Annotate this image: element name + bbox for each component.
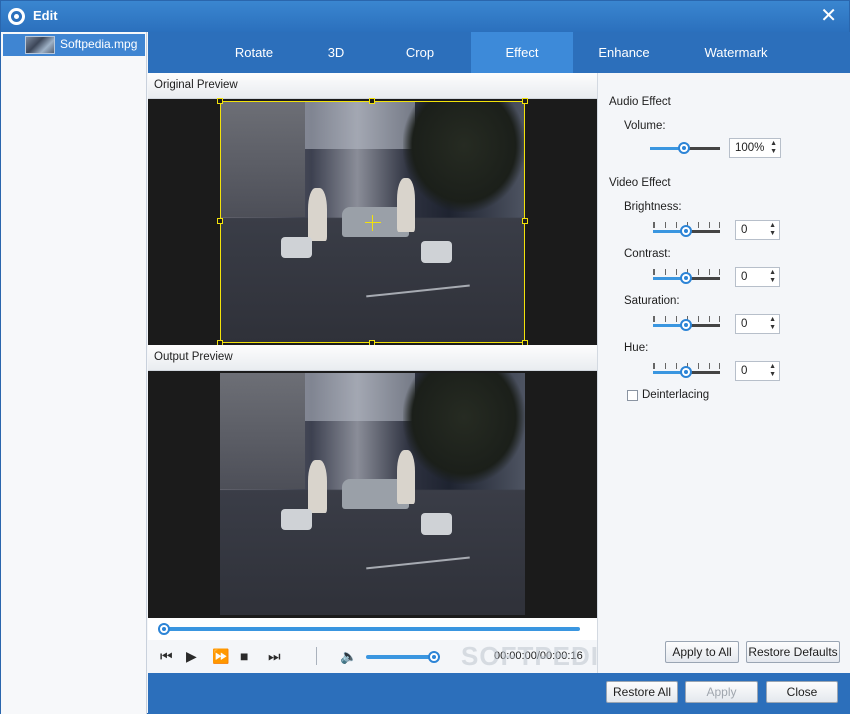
tab-enhance[interactable]: Enhance <box>588 32 660 73</box>
crop-center-crosshair <box>372 215 373 231</box>
contrast-spinbox[interactable]: 0 ▲ ▼ <box>735 267 780 287</box>
preview-column: Original Preview Output Preview <box>148 73 597 673</box>
video-sky <box>305 373 416 422</box>
volume-label: Volume: <box>624 120 666 132</box>
file-list: Softpedia.mpg <box>1 32 147 714</box>
saturation-slider-knob[interactable] <box>679 319 692 331</box>
video-person <box>396 450 416 504</box>
seek-track[interactable] <box>164 627 580 631</box>
hue-spinbox[interactable]: 0 ▲ ▼ <box>735 361 780 381</box>
controls-divider <box>316 647 317 665</box>
crop-center-crosshair <box>365 222 381 223</box>
volume-slider-knob[interactable] <box>678 142 690 154</box>
crop-handle[interactable] <box>217 98 223 104</box>
video-scooter <box>421 513 452 536</box>
volume-icon[interactable]: 🔈 <box>340 648 357 664</box>
softpedia-watermark: SOFTPEDIA <box>461 641 619 671</box>
spin-arrows-icon[interactable]: ▲ ▼ <box>769 222 776 238</box>
window-title: Edit <box>33 8 58 23</box>
hue-slider-knob[interactable] <box>679 366 692 378</box>
volume-spinbox[interactable]: 100% ▲ ▼ <box>729 138 781 158</box>
tab-watermark[interactable]: Watermark <box>688 32 784 73</box>
spin-arrows-icon[interactable]: ▲ ▼ <box>770 140 777 156</box>
video-scooter <box>281 508 312 531</box>
video-thumbnail <box>25 36 55 54</box>
contrast-label: Contrast: <box>624 248 671 260</box>
hue-label: Hue: <box>624 342 649 354</box>
apply-to-all-button[interactable]: Apply to All <box>665 641 739 663</box>
skip-previous-icon[interactable]: ⏮ <box>160 648 173 664</box>
brightness-value: 0 <box>741 224 748 236</box>
apply-button[interactable]: Apply <box>685 681 758 703</box>
spin-arrows-icon[interactable]: ▲ ▼ <box>769 316 776 332</box>
volume-track[interactable] <box>366 655 438 659</box>
volume-knob[interactable] <box>428 651 441 663</box>
video-effect-heading: Video Effect <box>609 177 671 189</box>
saturation-spinbox[interactable]: 0 ▲ ▼ <box>735 314 780 334</box>
play-icon[interactable]: ▶ <box>186 648 197 664</box>
tab-effect[interactable]: Effect <box>471 32 573 73</box>
spin-arrows-icon[interactable]: ▲ ▼ <box>769 269 776 285</box>
video-person <box>308 460 327 514</box>
deinterlacing-checkbox[interactable] <box>627 390 638 401</box>
file-name: Softpedia.mpg <box>60 37 138 51</box>
skip-next-icon[interactable]: ⏭ <box>268 648 281 664</box>
original-preview-header: Original Preview <box>148 73 597 99</box>
crop-handle[interactable] <box>522 98 528 104</box>
crop-handle[interactable] <box>522 218 528 224</box>
film-reel-icon <box>8 8 25 25</box>
tab-strip: Rotate 3D Crop Effect Enhance Watermark <box>148 32 850 73</box>
video-road-line <box>366 556 470 570</box>
output-preview-area <box>148 371 597 618</box>
video-building <box>220 373 306 490</box>
contrast-value: 0 <box>741 271 748 283</box>
file-list-item[interactable]: Softpedia.mpg <box>3 34 145 56</box>
tab-rotate[interactable]: Rotate <box>221 32 287 73</box>
hue-value: 0 <box>741 365 748 377</box>
output-video-frame <box>220 373 525 615</box>
tab-crop[interactable]: Crop <box>388 32 452 73</box>
crop-handle[interactable] <box>369 98 375 104</box>
close-button[interactable]: Close <box>766 681 838 703</box>
brightness-slider-knob[interactable] <box>679 225 692 237</box>
crop-frame[interactable] <box>217 98 528 346</box>
footer-bar: Restore All Apply Close <box>148 673 850 714</box>
spin-arrows-icon[interactable]: ▲ ▼ <box>769 363 776 379</box>
title-bar: Edit ✕ <box>1 1 849 32</box>
effect-settings-panel: Audio Effect Volume: 100% ▲ ▼ Video Effec… <box>597 73 850 673</box>
tab-3d[interactable]: 3D <box>306 32 366 73</box>
volume-value: 100% <box>735 142 765 154</box>
original-preview-area <box>148 98 597 346</box>
restore-all-button[interactable]: Restore All <box>606 681 678 703</box>
edit-window: Edit ✕ Softpedia.mpg Rotate 3D Crop Effe… <box>0 0 850 714</box>
brightness-spinbox[interactable]: 0 ▲ ▼ <box>735 220 780 240</box>
deinterlacing-label: Deinterlacing <box>642 389 710 401</box>
output-preview-header: Output Preview <box>148 345 597 371</box>
brightness-label: Brightness: <box>624 201 682 213</box>
close-window-icon[interactable]: ✕ <box>820 6 837 26</box>
contrast-slider-knob[interactable] <box>679 272 692 284</box>
audio-effect-heading: Audio Effect <box>609 96 671 108</box>
stop-icon[interactable]: ■ <box>240 648 248 664</box>
video-tree <box>403 373 525 485</box>
restore-defaults-button[interactable]: Restore Defaults <box>746 641 840 663</box>
seek-bar[interactable] <box>148 618 597 640</box>
seek-knob[interactable] <box>158 623 170 635</box>
crop-handle[interactable] <box>217 218 223 224</box>
fast-forward-icon[interactable]: ⏩ <box>212 648 229 664</box>
saturation-label: Saturation: <box>624 295 680 307</box>
saturation-value: 0 <box>741 318 748 330</box>
